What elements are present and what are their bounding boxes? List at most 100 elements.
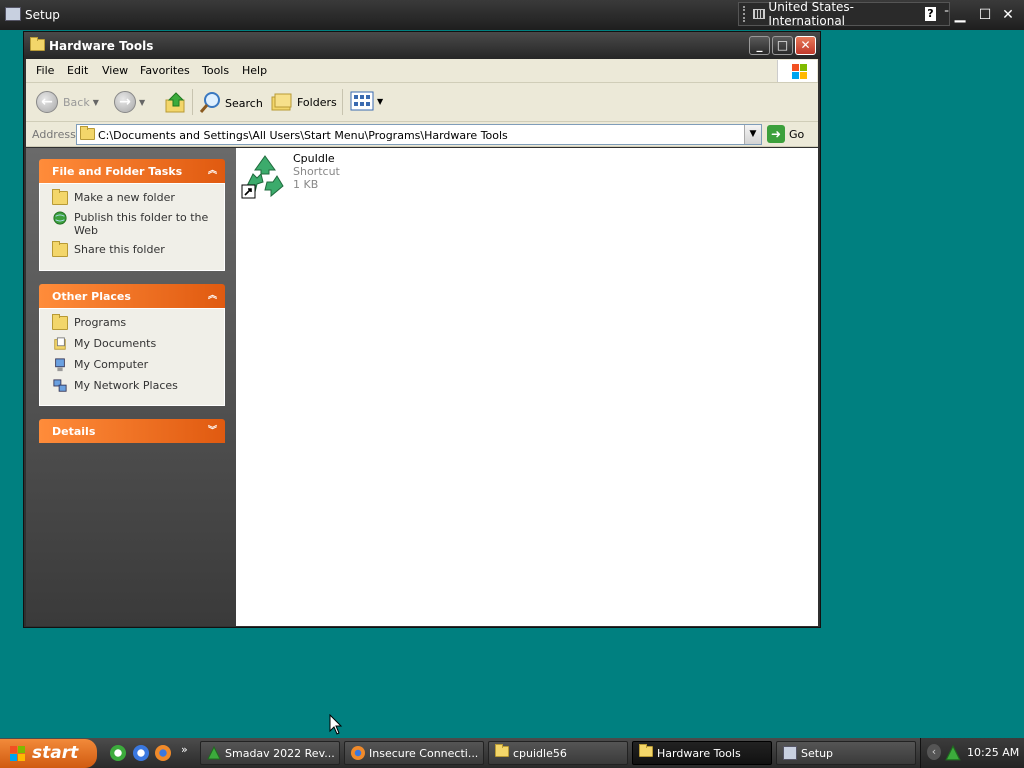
start-label: start <box>32 743 79 763</box>
file-name[interactable]: CpuIdle <box>293 152 340 165</box>
menu-view[interactable]: View <box>102 64 128 77</box>
explorer-window: Hardware Tools _ □ ✕ File Edit View Favo… <box>23 31 821 628</box>
file-folder-tasks-body: Make a new folder Publish this folder to… <box>39 183 225 271</box>
window-title-bar[interactable]: Hardware Tools _ □ ✕ <box>24 32 820 59</box>
place-label[interactable]: My Computer <box>74 358 148 371</box>
minimize-button[interactable]: _ <box>749 36 770 55</box>
other-places-panel: Other Places ︽ Programs My Documents My … <box>39 284 225 406</box>
folder-icon <box>639 744 653 757</box>
address-label: Address <box>32 128 76 141</box>
chevron-down-icon[interactable]: ▼ <box>139 98 145 107</box>
taskbar: start » Smadav 2022 Rev... Insecure Conn… <box>0 738 1024 768</box>
mouse-cursor-icon <box>329 714 343 735</box>
windows-logo-icon <box>777 60 817 82</box>
chevron-down-icon[interactable]: ▼ <box>93 98 99 107</box>
programs-folder-icon <box>52 314 68 330</box>
address-input[interactable]: C:\Documents and Settings\All Users\Star… <box>76 124 762 145</box>
back-arrow-icon: ← <box>36 91 58 113</box>
chevron-down-icon[interactable]: ▼ <box>377 97 383 106</box>
start-button[interactable]: start <box>0 739 97 768</box>
views-button[interactable]: ▼ <box>350 91 383 111</box>
file-meta: CpuIdle Shortcut 1 KB <box>293 152 340 200</box>
task-make-new-folder[interactable]: Make a new folder <box>52 189 224 205</box>
quicklaunch-media-icon[interactable] <box>110 745 126 761</box>
menu-edit[interactable]: Edit <box>67 64 88 77</box>
grip-icon[interactable] <box>743 6 749 22</box>
internet-explorer-icon[interactable] <box>133 745 149 761</box>
back-button[interactable]: ← Back ▼ <box>36 91 99 113</box>
file-folder-tasks-header[interactable]: File and Folder Tasks ︽ <box>39 159 225 183</box>
file-item-cpuidle[interactable]: CpuIdle Shortcut 1 KB <box>241 152 340 200</box>
address-path[interactable]: C:\Documents and Settings\All Users\Star… <box>98 129 508 142</box>
chevron-down-icon[interactable]: ︾ <box>208 423 217 436</box>
address-bar: Address C:\Documents and Settings\All Us… <box>26 122 818 147</box>
place-my-computer[interactable]: My Computer <box>52 358 224 372</box>
chevron-down-icon[interactable]: ▼ <box>744 125 761 144</box>
menu-tools[interactable]: Tools <box>202 64 229 77</box>
file-list-area[interactable]: CpuIdle Shortcut 1 KB <box>236 148 818 626</box>
taskbar-button-hardware-tools[interactable]: Hardware Tools <box>632 741 772 765</box>
task-share-folder[interactable]: Share this folder <box>52 241 224 257</box>
taskbar-button-insecure[interactable]: Insecure Connecti... <box>344 741 484 765</box>
language-options-icon[interactable]: ⁼ <box>944 10 949 19</box>
task-label[interactable]: Share this folder <box>74 243 165 256</box>
taskbar-button-label: Insecure Connecti... <box>369 747 479 760</box>
place-my-network-places[interactable]: My Network Places <box>52 379 224 393</box>
help-icon[interactable]: ? <box>924 7 937 21</box>
language-bar[interactable]: United States-International ? ⁼ <box>738 0 950 28</box>
menu-favorites[interactable]: Favorites <box>140 64 190 77</box>
folders-button[interactable]: Folders <box>270 91 337 113</box>
maximize-button[interactable]: □ <box>772 36 793 55</box>
menu-file[interactable]: File <box>36 64 54 77</box>
search-label: Search <box>225 96 263 110</box>
search-button[interactable]: Search <box>198 91 263 115</box>
taskbar-button-label: cpuidle56 <box>513 747 567 760</box>
firefox-icon[interactable] <box>155 745 171 761</box>
chevron-up-icon[interactable]: ︽ <box>208 288 217 301</box>
place-my-documents[interactable]: My Documents <box>52 337 224 351</box>
folders-icon <box>271 93 292 111</box>
smadav-tray-icon[interactable] <box>945 745 961 761</box>
recycle-shortcut-icon <box>241 152 289 200</box>
task-publish-folder[interactable]: Publish this folder to the Web <box>52 211 224 237</box>
tray-expand-icon[interactable]: ‹ <box>927 744 941 760</box>
share-folder-icon <box>52 241 68 257</box>
place-label[interactable]: Programs <box>74 316 126 329</box>
setup-minimize-button[interactable]: ▁ <box>950 6 970 24</box>
search-icon <box>199 92 220 113</box>
place-label[interactable]: My Documents <box>74 337 156 350</box>
panel-title: Details <box>52 425 96 438</box>
details-header[interactable]: Details ︾ <box>39 419 225 443</box>
setup-app-icon <box>5 7 21 21</box>
my-computer-icon <box>55 358 65 372</box>
panel-title: Other Places <box>52 290 131 303</box>
clock[interactable]: 10:25 AM <box>967 746 1019 759</box>
taskbar-button-cpuidle56[interactable]: cpuidle56 <box>488 741 628 765</box>
other-places-header[interactable]: Other Places ︽ <box>39 284 225 308</box>
new-folder-icon <box>52 189 68 205</box>
file-folder-tasks-panel: File and Folder Tasks ︽ Make a new folde… <box>39 159 225 271</box>
folder-icon <box>80 126 95 140</box>
views-grid-icon <box>350 91 374 111</box>
chevron-up-icon[interactable]: ︽ <box>208 163 217 176</box>
taskbar-button-setup[interactable]: Setup <box>776 741 916 765</box>
setup-close-button[interactable]: ✕ <box>998 6 1018 24</box>
quicklaunch-overflow-icon[interactable]: » <box>181 743 188 756</box>
task-label[interactable]: Make a new folder <box>74 191 175 204</box>
place-programs[interactable]: Programs <box>52 314 224 330</box>
keyboard-icon <box>752 9 766 19</box>
up-folder-button[interactable] <box>164 91 188 115</box>
other-places-body: Programs My Documents My Computer My Net… <box>39 308 225 406</box>
close-button[interactable]: ✕ <box>795 36 816 55</box>
forward-button[interactable]: → ▼ <box>114 91 145 113</box>
menu-help[interactable]: Help <box>242 64 267 77</box>
language-label[interactable]: United States-International <box>768 0 914 28</box>
setup-title: Setup <box>25 8 60 22</box>
setup-maximize-button[interactable]: ☐ <box>975 6 995 24</box>
go-button[interactable]: ➜ Go <box>767 125 804 143</box>
globe-icon <box>53 211 67 225</box>
taskbar-button-smadav[interactable]: Smadav 2022 Rev... <box>200 741 340 765</box>
task-pane: File and Folder Tasks ︽ Make a new folde… <box>26 148 236 626</box>
place-label[interactable]: My Network Places <box>74 379 178 392</box>
task-label[interactable]: Publish this folder to the Web <box>74 211 224 237</box>
